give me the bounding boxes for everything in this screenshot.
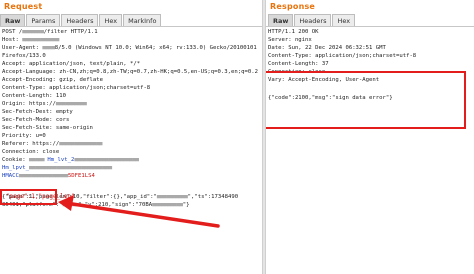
response-pane: Response Raw Headers Hex HTTP/1.1 200 OK… xyxy=(266,0,474,274)
redacted-text: ■■■■■■■■■■ xyxy=(152,202,183,208)
response-line: Vary: Accept-Encoding, User-Agent xyxy=(268,77,380,83)
request-pane: Request Raw Params Headers Hex MarkInfo … xyxy=(0,0,262,274)
response-tab-raw[interactable]: Raw xyxy=(268,14,294,26)
request-tab-hex[interactable]: Hex xyxy=(99,14,123,26)
redacted-text: ■■■■■■■■■■ xyxy=(156,194,188,200)
response-line: HTTP/1.1 200 OK xyxy=(268,29,319,35)
request-line: Accept: application/json, text/plain, */… xyxy=(2,61,141,67)
request-line: Accept-Encoding: gzip, deflate xyxy=(2,77,104,83)
request-tab-headers[interactable]: Headers xyxy=(61,14,99,26)
request-tab-markinfo[interactable]: MarkInfo xyxy=(123,14,162,26)
request-line: User-Agent: ■■■■8/5.0 (Windows NT 10.0; … xyxy=(2,45,257,51)
request-line: Sec-Fetch-Mode: cors xyxy=(2,117,70,123)
request-line: Hm_lpvt_■■■■■■■■■■■■■■■■■■■■■■■■■■■ xyxy=(2,165,112,171)
redacted-text: ■■■■■■■■■■■■■■■■■■■■■ xyxy=(74,157,139,163)
redacted-text: ■■■■■■■■■■■■ xyxy=(22,37,60,43)
request-line: Content-Type: application/json;charset=u… xyxy=(2,85,151,91)
request-body-line: 35401,"platform":"■■■■■","v":210,"sign":… xyxy=(2,202,190,208)
request-line: Connection: close xyxy=(2,149,60,155)
request-tabbar-divider xyxy=(0,26,262,27)
request-tab-raw[interactable]: Raw xyxy=(0,14,26,26)
response-title: Response xyxy=(270,2,316,11)
request-line: Origin: https://■■■■■■■■■■ xyxy=(2,101,87,107)
redacted-text: ■■■■■■■ xyxy=(22,29,44,35)
response-tab-hex[interactable]: Hex xyxy=(332,14,356,26)
request-line: Sec-Fetch-Dest: empty xyxy=(2,109,73,115)
response-line: Content-Type: application/json;charset=u… xyxy=(268,53,417,59)
redacted-text: ■■■■■ xyxy=(62,202,79,208)
request-tab-params[interactable]: Params xyxy=(26,14,61,26)
request-line: POST /■■■■■■■/filter HTTP/1.1 xyxy=(2,29,98,35)
request-line: Sec-Fetch-Site: same-origin xyxy=(2,125,93,131)
request-line: Cookie: ■■■■■ Hm_lvt_2■■■■■■■■■■■■■■■■■■… xyxy=(2,157,139,163)
redacted-text: ■■■■■■■■■■ xyxy=(55,101,87,107)
redacted-text: ■■■■■■■■■■■■■■■■■■■■■■■■■■■ xyxy=(28,165,112,171)
response-line: Server: nginx xyxy=(268,37,312,43)
request-line: HMACC■■■■■■■■■■■■■■■■5DFE1LS4 xyxy=(2,173,95,179)
redacted-text: ■■■■■ xyxy=(28,157,48,163)
response-line: Content-Length: 37 xyxy=(268,61,329,67)
request-line: Host: ■■■■■■■■■■■■ xyxy=(2,37,60,43)
response-line: Connection: close xyxy=(268,69,326,75)
request-line: Referer: https://■■■■■■■■■■■■■■ xyxy=(2,141,103,147)
request-title: Request xyxy=(4,2,43,11)
redacted-text: ■■■■■■■■■■■■■■■■ xyxy=(18,173,68,179)
request-raw-editor[interactable]: POST /■■■■■■■/filter HTTP/1.1 Host: ■■■■… xyxy=(0,28,262,274)
response-tabbar-divider xyxy=(266,26,474,27)
request-line: Accept-Language: zh-CN,zh;q=0.8,zh-TW;q=… xyxy=(2,69,258,75)
request-line: Content-Length: 110 xyxy=(2,93,66,99)
response-tab-headers[interactable]: Headers xyxy=(294,14,332,26)
request-body-line: {"page":1,"page_len":10,"filter":{},"app… xyxy=(2,194,239,200)
request-line: Firefox/133.0 xyxy=(2,53,46,59)
request-line: Priority: u=0 xyxy=(2,133,46,139)
redacted-text: ■■■■■■■■■■■■■■ xyxy=(59,141,103,147)
response-line: Date: Sun, 22 Dec 2024 06:32:51 GMT xyxy=(268,45,386,51)
response-raw-editor[interactable]: HTTP/1.1 200 OK Server: nginx Date: Sun,… xyxy=(266,28,474,274)
redacted-text: ■■■■ xyxy=(42,45,55,51)
response-body-line: {"code":2100,"msg":"sign data error"} xyxy=(268,95,393,101)
